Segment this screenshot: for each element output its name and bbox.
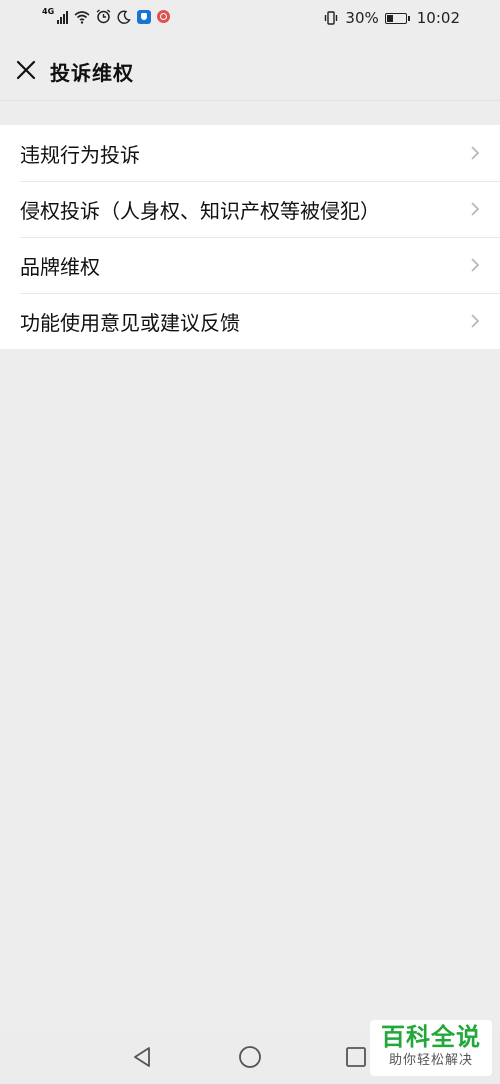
menu-item-label: 违规行为投诉: [20, 143, 140, 167]
watermark-logo: 百科全说 助你轻松解决: [370, 1020, 492, 1076]
status-icons-right: 30% 10:02: [323, 9, 460, 27]
network-type: 4G: [42, 7, 55, 16]
chevron-right-icon: [471, 314, 480, 328]
chevron-right-icon: [471, 258, 480, 272]
close-icon[interactable]: [12, 56, 40, 84]
battery-percent: 30%: [345, 9, 379, 27]
menu-item-violation-report[interactable]: 违规行为投诉: [0, 125, 500, 181]
menu-item-label: 侵权投诉（人身权、知识产权等被侵犯）: [20, 199, 380, 223]
alarm-icon: [96, 9, 111, 24]
status-bar: 4G 30% 10:02: [0, 0, 500, 40]
menu-item-label: 品牌维权: [20, 255, 100, 279]
chevron-right-icon: [471, 202, 480, 216]
recent-apps-icon[interactable]: [342, 1043, 370, 1071]
clock: 10:02: [416, 9, 460, 27]
complaint-options-list: 违规行为投诉 侵权投诉（人身权、知识产权等被侵犯） 品牌维权 功能使用意见或建议…: [0, 125, 500, 349]
battery-icon: [384, 12, 410, 24]
moon-icon: [117, 10, 131, 24]
watermark-title: 百科全说: [381, 1023, 481, 1051]
home-icon[interactable]: [236, 1043, 264, 1071]
menu-item-label: 功能使用意见或建议反馈: [20, 311, 240, 335]
shield-app-icon: [137, 9, 152, 24]
chevron-right-icon: [471, 146, 480, 160]
back-icon[interactable]: [129, 1043, 157, 1071]
signal-icon: [57, 10, 69, 24]
status-icons-left: 4G: [42, 7, 171, 24]
watermark-subtitle: 助你轻松解决: [388, 1053, 473, 1068]
page-title: 投诉维权: [50, 61, 134, 85]
menu-item-feedback[interactable]: 功能使用意见或建议反馈: [0, 293, 500, 349]
menu-item-infringement-report[interactable]: 侵权投诉（人身权、知识产权等被侵犯）: [0, 181, 500, 237]
wifi-icon: [74, 10, 90, 24]
header: 投诉维权: [0, 40, 500, 101]
app-notification-icon: [157, 10, 171, 23]
menu-item-brand-protection[interactable]: 品牌维权: [0, 237, 500, 293]
vibrate-icon: [325, 11, 338, 25]
